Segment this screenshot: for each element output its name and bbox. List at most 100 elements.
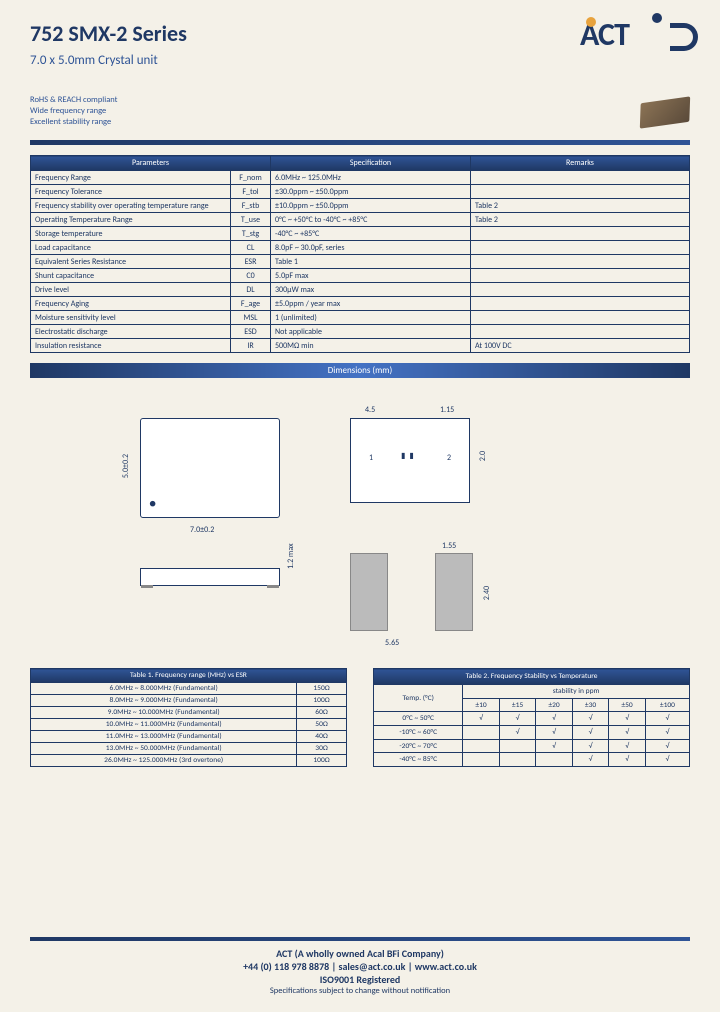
t1-esr: 150Ω <box>297 683 346 695</box>
t2-cell: √ <box>536 739 573 753</box>
t2-cell: √ <box>609 712 646 726</box>
dim-bot-w: 5.65 <box>385 638 399 648</box>
table-row: 0°C ~ 50°C√√√√√√ <box>374 712 690 726</box>
table-row: Shunt capacitanceC05.0pF max <box>31 269 690 283</box>
page-subtitle: 7.0 x 5.0mm Crystal unit <box>30 53 187 68</box>
param-val: 300µW max <box>271 283 471 297</box>
param-name: Storage temperature <box>31 227 231 241</box>
param-rem <box>471 283 690 297</box>
t2-cell: √ <box>645 712 689 726</box>
t2-cell: √ <box>536 712 573 726</box>
logo-arc-icon <box>670 23 698 51</box>
footer-company: ACT (A wholly owned Acal BFi Company) <box>0 947 720 960</box>
table-row: Frequency RangeF_nom6.0MHz ~ 125.0MHz <box>31 171 690 185</box>
table2-col-temp: Temp. (°C) <box>374 685 463 712</box>
param-name: Shunt capacitance <box>31 269 231 283</box>
t1-freq: 8.0MHz ~ 9.000MHz (Fundamental) <box>31 695 297 707</box>
t1-esr: 60Ω <box>297 707 346 719</box>
dimensions-drawing: ● 7.0±0.2 5.0±0.2 1 2 ▮▮ 4.5 1.15 2.0 1.… <box>30 393 690 663</box>
pin-dot-icon: ● <box>149 497 156 511</box>
param-name: Moisture sensitivity level <box>31 311 231 325</box>
param-sym: F_stb <box>231 199 271 213</box>
t2-temp: -40°C ~ 85°C <box>374 753 463 767</box>
dim-top-b: 1.15 <box>440 405 454 415</box>
t2-head: ±30 <box>572 698 609 712</box>
table-row: Storage temperatureT_stg-40°C ~ +85°C <box>31 227 690 241</box>
t2-cell: √ <box>499 712 536 726</box>
t1-esr: 100Ω <box>297 695 346 707</box>
param-name: Frequency Range <box>31 171 231 185</box>
param-val: Table 1 <box>271 255 471 269</box>
t2-cell <box>463 739 500 753</box>
param-sym: F_age <box>231 297 271 311</box>
t1-freq: 9.0MHz ~ 10.000MHz (Fundamental) <box>31 707 297 719</box>
table2-title: Table 2. Frequency Stability vs Temperat… <box>374 669 690 685</box>
param-sym: F_nom <box>231 171 271 185</box>
t2-cell: √ <box>572 726 609 740</box>
t2-cell: √ <box>463 712 500 726</box>
footer-iso: ISO9001 Registered <box>0 973 720 986</box>
param-name: Equivalent Series Resistance <box>31 255 231 269</box>
param-name: Drive level <box>31 283 231 297</box>
footer-disclaimer: Specifications subject to change without… <box>0 986 720 997</box>
logo-dot-blue-icon <box>652 13 662 23</box>
param-name: Insulation resistance <box>31 339 231 353</box>
t2-cell: √ <box>609 753 646 767</box>
t2-temp: -10°C ~ 60°C <box>374 726 463 740</box>
param-rem <box>471 255 690 269</box>
feature-item: Wide frequency range <box>30 106 690 117</box>
footer: ACT (A wholly owned Acal BFi Company) +4… <box>0 937 720 997</box>
t2-cell: √ <box>609 739 646 753</box>
logo-dot-orange-icon <box>586 17 596 27</box>
header-titles: 752 SMX-2 Series 7.0 x 5.0mm Crystal uni… <box>30 20 187 68</box>
param-val: -40°C ~ +85°C <box>271 227 471 241</box>
param-val: ±5.0ppm / year max <box>271 297 471 311</box>
table-row: 6.0MHz ~ 8.000MHz (Fundamental)150Ω <box>31 683 347 695</box>
t1-esr: 40Ω <box>297 731 346 743</box>
param-sym: C0 <box>231 269 271 283</box>
dim-top-a: 4.5 <box>365 405 375 415</box>
th-remarks: Remarks <box>471 156 690 171</box>
param-name: Frequency Aging <box>31 297 231 311</box>
table-row: -40°C ~ 85°C√√√ <box>374 753 690 767</box>
param-sym: T_use <box>231 213 271 227</box>
pad-right-icon <box>435 553 473 631</box>
param-rem <box>471 269 690 283</box>
t2-head: ±10 <box>463 698 500 712</box>
footer-contact: +44 (0) 118 978 8878 | sales@act.co.uk |… <box>0 960 720 973</box>
table-row: Frequency ToleranceF_tol±30.0ppm ~ ±50.0… <box>31 185 690 199</box>
t2-temp: 0°C ~ 50°C <box>374 712 463 726</box>
param-name: Frequency Tolerance <box>31 185 231 199</box>
pin2-label: 2 <box>447 453 451 463</box>
param-val: 500MΩ min <box>271 339 471 353</box>
parameters-table: Parameters Specification Remarks Frequen… <box>30 155 690 353</box>
table-row: Equivalent Series ResistanceESRTable 1 <box>31 255 690 269</box>
param-sym: IR <box>231 339 271 353</box>
param-val: ±30.0ppm ~ ±50.0ppm <box>271 185 471 199</box>
features-list: RoHS & REACH compliant Wide frequency ra… <box>30 95 690 128</box>
param-val: 8.0pF ~ 30.0pF, series <box>271 241 471 255</box>
t2-head: ±100 <box>645 698 689 712</box>
t2-cell <box>463 726 500 740</box>
t2-head: ±50 <box>609 698 646 712</box>
t1-freq: 6.0MHz ~ 8.000MHz (Fundamental) <box>31 683 297 695</box>
t1-esr: 50Ω <box>297 719 346 731</box>
t2-cell: √ <box>572 739 609 753</box>
t2-cell: √ <box>572 753 609 767</box>
param-rem <box>471 325 690 339</box>
header: 752 SMX-2 Series 7.0 x 5.0mm Crystal uni… <box>30 20 690 75</box>
pin1-label: 1 <box>369 453 373 463</box>
param-sym: CL <box>231 241 271 255</box>
top-view-icon: ● <box>140 418 280 518</box>
lead-icon <box>141 585 153 588</box>
table-row: -10°C ~ 60°C√√√√√ <box>374 726 690 740</box>
param-val: 1 (unlimited) <box>271 311 471 325</box>
table1-title: Table 1. Frequency range (MHz) vs ESR <box>31 669 347 683</box>
t1-esr: 30Ω <box>297 743 346 755</box>
param-rem <box>471 241 690 255</box>
table-row: 26.0MHz ~ 125.000MHz (3rd overtone)100Ω <box>31 755 347 767</box>
table-row: Frequency stability over operating tempe… <box>31 199 690 213</box>
table-row: Frequency AgingF_age±5.0ppm / year max <box>31 297 690 311</box>
t2-cell: √ <box>645 753 689 767</box>
t2-cell: √ <box>645 726 689 740</box>
